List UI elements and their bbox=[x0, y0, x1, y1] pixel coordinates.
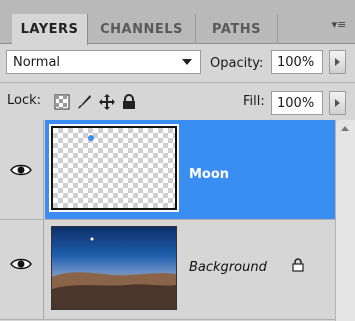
panel-menu-icon[interactable]: ▾≡ bbox=[329, 18, 349, 32]
moon-dot-icon bbox=[88, 135, 94, 141]
tab-layers[interactable]: LAYERS bbox=[12, 14, 88, 45]
layer-name-area[interactable]: Background bbox=[45, 220, 335, 319]
lock-all-icon[interactable] bbox=[121, 94, 137, 110]
layers-list: Moon Background bbox=[0, 120, 335, 321]
lock-transparent-pixels-icon[interactable] bbox=[54, 94, 70, 110]
layer-row-moon[interactable]: Moon bbox=[0, 120, 335, 220]
blend-mode-dropdown[interactable]: Normal bbox=[6, 50, 201, 74]
lock-label: Lock: bbox=[7, 93, 42, 108]
landscape-thumbnail-art bbox=[52, 237, 176, 309]
fill-field[interactable]: 100% bbox=[271, 91, 323, 115]
tab-channels[interactable]: CHANNELS bbox=[88, 14, 196, 44]
tab-paths[interactable]: PATHS bbox=[196, 14, 278, 44]
visibility-cell[interactable] bbox=[0, 120, 44, 219]
layer-name-background: Background bbox=[189, 260, 267, 275]
lock-row: Lock: Fill: 100% bbox=[0, 86, 355, 118]
chevron-down-icon bbox=[182, 59, 192, 65]
layer-thumbnail-background bbox=[51, 226, 177, 310]
scroll-up-icon[interactable] bbox=[341, 126, 349, 131]
layer-row-background[interactable]: Background bbox=[0, 220, 335, 320]
opacity-label: Opacity: bbox=[210, 56, 264, 71]
fill-label: Fill: bbox=[243, 94, 265, 109]
layer-thumbnail-moon bbox=[49, 124, 179, 212]
divider bbox=[0, 82, 355, 83]
visibility-cell[interactable] bbox=[0, 220, 44, 319]
eye-icon[interactable] bbox=[10, 164, 32, 176]
blend-row: Normal Opacity: 100% bbox=[0, 44, 355, 78]
blend-mode-value: Normal bbox=[13, 54, 61, 70]
fill-stepper[interactable] bbox=[329, 91, 346, 115]
layer-name-moon: Moon bbox=[189, 167, 230, 182]
lock-position-icon[interactable] bbox=[99, 94, 115, 110]
opacity-field[interactable]: 100% bbox=[271, 50, 323, 74]
lock-image-pixels-icon[interactable] bbox=[76, 94, 92, 110]
lock-icon bbox=[292, 258, 304, 272]
panel-tab-bar: LAYERS CHANNELS PATHS ▾≡ bbox=[0, 0, 355, 45]
layers-scrollbar[interactable] bbox=[335, 120, 355, 321]
eye-icon[interactable] bbox=[10, 258, 32, 270]
layer-name-area[interactable]: Moon bbox=[45, 120, 335, 219]
layers-panel: LAYERS CHANNELS PATHS ▾≡ Normal Opacity:… bbox=[0, 0, 355, 321]
opacity-stepper[interactable] bbox=[329, 50, 346, 74]
